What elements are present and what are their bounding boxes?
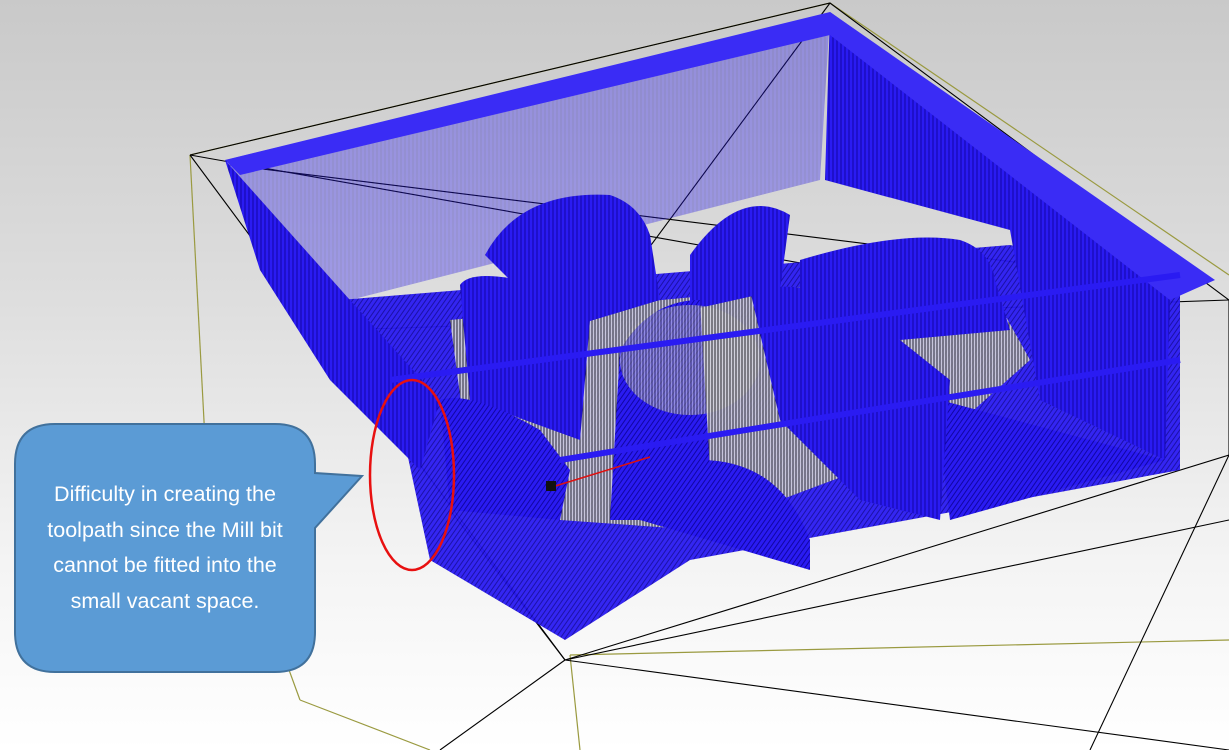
propeller-part [440,194,1010,570]
cad-viewport[interactable] [0,0,1229,750]
callout-bubble [14,423,365,673]
